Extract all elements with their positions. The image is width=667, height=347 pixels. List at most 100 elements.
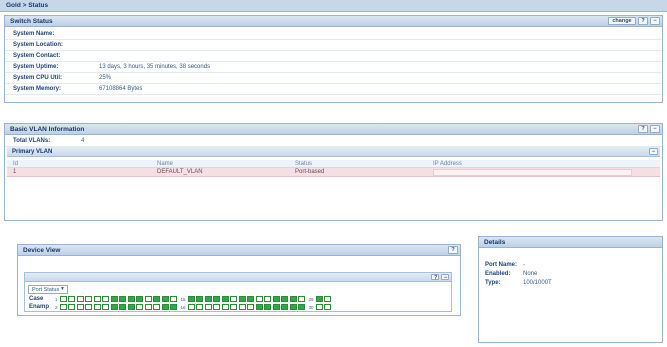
port-icon[interactable] [144, 304, 152, 310]
port-icon[interactable] [93, 304, 101, 310]
port-icon[interactable] [204, 296, 212, 302]
port-icon[interactable] [187, 296, 195, 302]
port-icon[interactable] [119, 296, 127, 302]
total-vlans-row: Total VLANs: 4 [5, 135, 662, 147]
port-status-select-value: Port Status [32, 287, 60, 293]
type-label: Type: [485, 279, 501, 286]
enabled-row: Enabled: None [479, 269, 662, 278]
port-icon[interactable] [127, 296, 135, 302]
port-icon[interactable] [161, 304, 169, 310]
port-icon[interactable] [213, 296, 221, 302]
port-icon[interactable] [153, 296, 161, 302]
port-row-1-start: 1 [55, 296, 58, 302]
port-icon[interactable] [102, 296, 110, 302]
details-header: Details [479, 237, 662, 248]
port-icon[interactable] [110, 304, 118, 310]
port-icon[interactable] [136, 304, 144, 310]
port-icon[interactable] [230, 304, 238, 310]
port-icon[interactable] [59, 304, 67, 310]
vlan-id-cell: 1 [13, 169, 17, 175]
port-icon[interactable] [315, 304, 323, 310]
table-row[interactable]: 1 DEFAULT_VLAN Port-based [7, 168, 660, 177]
port-icon[interactable] [264, 296, 272, 302]
port-icon[interactable] [264, 304, 272, 310]
port-icon[interactable] [289, 304, 297, 310]
device-inner-help-button[interactable]: ? [431, 274, 439, 281]
device-view-inner: ? − Port Status ▼ Case 1 15 29 Enamp 2 1… [24, 272, 452, 312]
port-icon[interactable] [136, 296, 144, 302]
port-row-2-start: 2 [55, 304, 58, 310]
port-icon[interactable] [59, 296, 67, 302]
vlan-table-header: Id Name Status IP Address [7, 160, 660, 168]
port-icon[interactable] [170, 304, 178, 310]
collapse-button[interactable]: − [650, 17, 660, 25]
port-icon[interactable] [170, 296, 178, 302]
change-button[interactable]: change [608, 17, 636, 25]
col-ip-address[interactable]: IP Address [433, 161, 660, 167]
port-icon[interactable] [68, 304, 76, 310]
device-view-help-button[interactable]: ? [448, 246, 458, 254]
port-icon[interactable] [298, 304, 306, 310]
port-icon[interactable] [93, 296, 101, 302]
port-icon[interactable] [281, 296, 289, 302]
port-group [59, 296, 179, 302]
port-icon[interactable] [187, 304, 195, 310]
help-button[interactable]: ? [638, 17, 648, 25]
port-icon[interactable] [272, 304, 280, 310]
switch-status-title: Switch Status [10, 18, 53, 25]
port-icon[interactable] [196, 304, 204, 310]
port-icon[interactable] [324, 304, 332, 310]
port-icon[interactable] [196, 296, 204, 302]
port-icon[interactable] [298, 296, 306, 302]
vlan-help-button[interactable]: ? [638, 125, 648, 133]
port-icon[interactable] [144, 296, 152, 302]
col-id[interactable]: Id [7, 161, 157, 167]
port-icon[interactable] [153, 304, 161, 310]
port-icon[interactable] [161, 296, 169, 302]
port-row-1-mid: 15 [180, 296, 186, 302]
port-icon[interactable] [221, 304, 229, 310]
device-inner-collapse-button[interactable]: − [441, 274, 449, 281]
port-row-2: Enamp 2 16 30 [29, 303, 333, 311]
breadcrumb: Gold > Status [0, 0, 667, 12]
port-icon[interactable] [255, 296, 263, 302]
port-icon[interactable] [76, 296, 84, 302]
port-icon[interactable] [315, 296, 323, 302]
port-icon[interactable] [127, 304, 135, 310]
port-icon[interactable] [238, 304, 246, 310]
port-icon[interactable] [221, 296, 229, 302]
enabled-value: None [523, 270, 538, 277]
port-icon[interactable] [102, 304, 110, 310]
port-icon[interactable] [255, 304, 263, 310]
vlan-collapse-button[interactable]: − [650, 125, 660, 133]
port-icon[interactable] [213, 304, 221, 310]
port-icon[interactable] [272, 296, 280, 302]
port-icon[interactable] [247, 304, 255, 310]
port-icon[interactable] [85, 304, 93, 310]
port-icon[interactable] [281, 304, 289, 310]
switch-status-header: Switch Status change ? − [5, 16, 662, 27]
port-icon[interactable] [110, 296, 118, 302]
port-icon[interactable] [76, 304, 84, 310]
device-view-inner-header: ? − [25, 273, 451, 282]
col-name[interactable]: Name [157, 161, 295, 167]
port-icon[interactable] [85, 296, 93, 302]
details-title: Details [484, 239, 506, 246]
port-icon[interactable] [324, 296, 332, 302]
port-icon[interactable] [247, 296, 255, 302]
port-icon[interactable] [230, 296, 238, 302]
type-value: 100/1000T [523, 279, 552, 286]
port-icon[interactable] [204, 304, 212, 310]
port-icon[interactable] [289, 296, 297, 302]
system-location-label: System Location: [13, 42, 64, 48]
port-status-select[interactable]: Port Status ▼ [28, 285, 68, 294]
port-icon[interactable] [68, 296, 76, 302]
port-icon[interactable] [238, 296, 246, 302]
vlan-ip-cell [433, 168, 632, 176]
col-status[interactable]: Status [295, 161, 433, 167]
port-name-value: - [523, 261, 525, 268]
total-vlans-label: Total VLANs: [13, 137, 51, 144]
primary-vlan-collapse-button[interactable]: − [649, 148, 658, 155]
port-icon[interactable] [119, 304, 127, 310]
port-group [187, 296, 307, 302]
